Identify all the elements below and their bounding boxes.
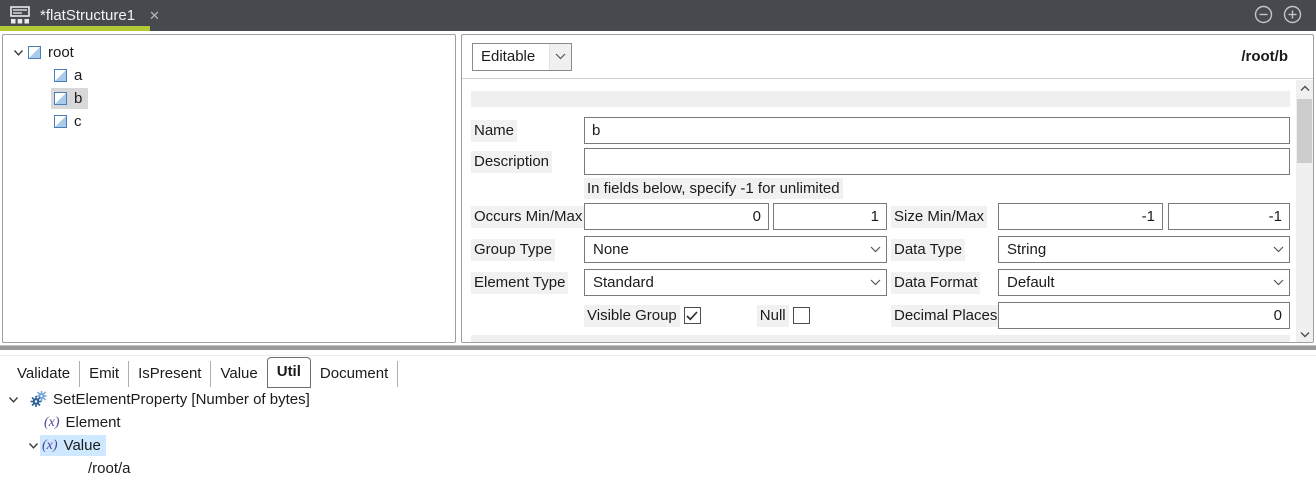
decimal-places-input[interactable] [998, 302, 1290, 329]
function-row[interactable]: SetElementProperty [Number of bytes] [0, 388, 1316, 411]
chevron-down-icon [864, 270, 886, 295]
splitter-shadow [0, 355, 1316, 356]
edit-mode-value: Editable [481, 48, 535, 65]
description-label: Description [471, 151, 552, 173]
form-separator [471, 335, 1290, 343]
chevron-down-icon [864, 237, 886, 262]
tab-document[interactable]: Document [311, 361, 398, 387]
param-label: Value [64, 437, 101, 454]
tree-node-label: a [74, 67, 82, 84]
group-type-value: None [593, 241, 629, 258]
unlimited-hint-text: In fields below, specify -1 for unlimite… [584, 178, 843, 199]
active-tab-underline [0, 26, 150, 31]
null-checkbox[interactable] [793, 307, 810, 324]
tree-node-label: root [48, 44, 74, 61]
function-label: SetElementProperty [Number of bytes] [53, 391, 310, 408]
element-icon [54, 69, 67, 82]
scroll-down-icon[interactable] [1296, 326, 1313, 343]
data-type-value: String [1007, 241, 1046, 258]
element-type-value: Standard [593, 274, 654, 291]
close-tab-icon[interactable]: ✕ [149, 8, 160, 24]
function-x-icon: (x) [42, 438, 58, 454]
tab-util[interactable]: Util [267, 357, 311, 388]
tab-validate[interactable]: Validate [8, 361, 80, 387]
element-type-select[interactable]: Standard [584, 269, 887, 296]
tab-emit[interactable]: Emit [80, 361, 129, 387]
value-path-text: /root/a [88, 460, 131, 477]
occurs-max-input[interactable] [773, 203, 887, 230]
chevron-down-icon [1267, 270, 1289, 295]
document-tab-title[interactable]: *flatStructure1 [40, 7, 135, 24]
tree-node-label: c [74, 113, 82, 130]
element-icon [54, 92, 67, 105]
tree-row-a[interactable]: a [3, 64, 455, 87]
chevron-down-icon [1267, 237, 1289, 262]
function-x-icon: (x) [44, 415, 60, 431]
null-label: Null [757, 305, 789, 327]
group-type-select[interactable]: None [584, 236, 887, 263]
description-input[interactable] [584, 148, 1290, 175]
chevron-down-icon [549, 44, 571, 70]
element-properties-panel: Editable /root/b Name Description In fie… [461, 34, 1314, 343]
tree-node-label: b [74, 90, 82, 107]
chevron-down-icon[interactable] [26, 442, 40, 450]
element-path: /root/b [1241, 48, 1288, 65]
edit-mode-select[interactable]: Editable [472, 43, 572, 71]
param-label: Element [66, 414, 121, 431]
element-type-label: Element Type [471, 272, 568, 294]
vertical-scrollbar[interactable] [1296, 80, 1313, 343]
tab-value[interactable]: Value [211, 361, 266, 387]
properties-header: Editable /root/b [462, 35, 1313, 79]
tree-row-root[interactable]: root [3, 41, 455, 64]
scroll-up-icon[interactable] [1296, 80, 1313, 97]
gears-icon [30, 391, 47, 408]
structure-tree-panel: root a [2, 34, 456, 343]
structure-editor-window: *flatStructure1 ✕ [0, 0, 1316, 483]
collapse-all-button[interactable] [1254, 5, 1273, 24]
tree-row-c[interactable]: c [3, 110, 455, 133]
name-input[interactable] [584, 117, 1290, 144]
element-icon [28, 46, 41, 59]
occurs-min-input[interactable] [584, 203, 769, 230]
horizontal-splitter[interactable] [0, 345, 1316, 350]
occurs-minmax-label: Occurs Min/Max [471, 206, 585, 228]
decimal-places-label: Decimal Places [891, 305, 1000, 327]
data-format-value: Default [1007, 274, 1055, 291]
structure-grid-icon [10, 6, 30, 25]
data-format-select[interactable]: Default [998, 269, 1290, 296]
data-format-label: Data Format [891, 272, 980, 294]
element-icon [54, 115, 67, 128]
param-row-element[interactable]: (x) Element [0, 411, 1316, 434]
properties-form: Name Description In fields below, specif… [462, 79, 1298, 343]
data-type-select[interactable]: String [998, 236, 1290, 263]
size-minmax-label: Size Min/Max [891, 206, 987, 228]
visible-group-checkbox[interactable] [684, 307, 701, 324]
tab-ispresent[interactable]: IsPresent [129, 361, 211, 387]
data-type-label: Data Type [891, 239, 965, 261]
size-max-input[interactable] [1168, 203, 1290, 230]
value-content-row[interactable]: /root/a [0, 457, 1316, 480]
titlebar: *flatStructure1 ✕ [0, 0, 1316, 31]
scrollbar-thumb[interactable] [1297, 99, 1312, 163]
tree-row-b[interactable]: b [3, 87, 455, 110]
size-min-input[interactable] [998, 203, 1163, 230]
chevron-down-icon[interactable] [11, 49, 25, 57]
expand-all-button[interactable] [1283, 5, 1302, 24]
visible-group-label: Visible Group [584, 305, 680, 327]
rule-tabs: Validate Emit IsPresent Value Util Docum… [8, 358, 398, 387]
util-rule-tree: SetElementProperty [Number of bytes] (x)… [0, 388, 1316, 480]
param-row-value[interactable]: (x) Value [0, 434, 1316, 457]
chevron-down-icon[interactable] [6, 396, 20, 404]
form-separator [471, 91, 1290, 107]
name-label: Name [471, 120, 517, 142]
group-type-label: Group Type [471, 239, 555, 261]
